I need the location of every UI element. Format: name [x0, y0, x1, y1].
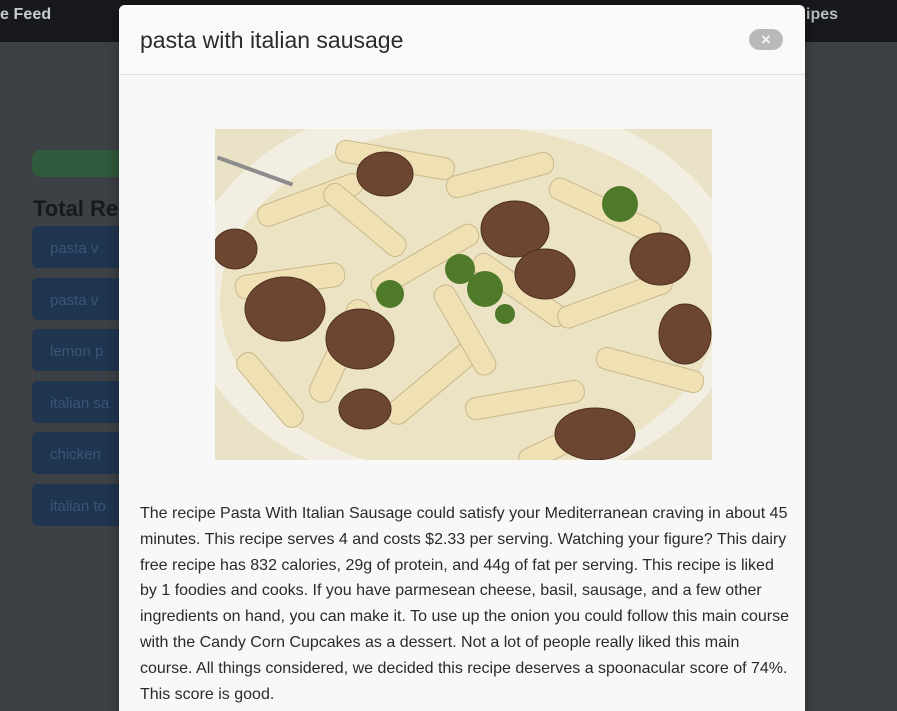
background-heading: Total Re	[33, 196, 119, 221]
background-recipe-item: pasta v	[32, 277, 132, 320]
background-recipe-list: pasta v pasta v lemon p italian sa chick…	[32, 226, 132, 535]
background-recipe-item: chicken	[32, 432, 132, 474]
recipe-modal: pasta with italian sausage × The recipe …	[119, 5, 805, 711]
background-recipe-item: lemon p	[32, 329, 132, 371]
recipe-summary: The recipe Pasta With Italian Sausage co…	[140, 505, 789, 703]
background-recipe-item: italian to	[32, 483, 132, 526]
background-recipe-item: italian sa	[32, 380, 132, 423]
nav-link-recipes[interactable]: ipes	[806, 6, 838, 24]
background-recipe-item: pasta v	[32, 226, 132, 268]
close-icon: ×	[761, 30, 771, 49]
modal-header: pasta with italian sausage ×	[119, 5, 805, 75]
nav-link-feed[interactable]: e Feed	[0, 6, 51, 24]
modal-title: pasta with italian sausage	[140, 27, 404, 53]
background-button	[32, 150, 132, 177]
close-button[interactable]: ×	[749, 29, 783, 50]
recipe-image	[215, 129, 712, 460]
